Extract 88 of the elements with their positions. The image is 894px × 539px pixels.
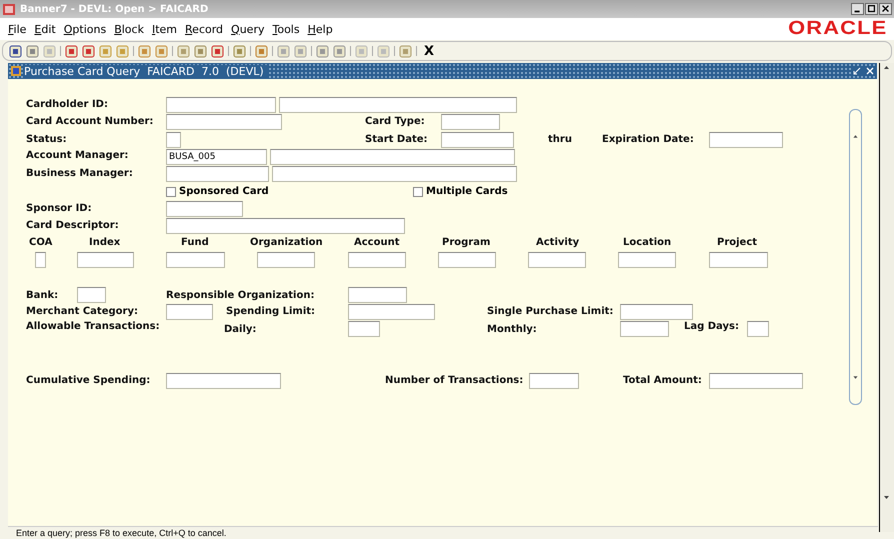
input-field[interactable] bbox=[166, 218, 405, 234]
form-title: Purchase Card Query FAICARD 7.0 (DEVL) bbox=[24, 64, 267, 78]
field-label: Activity bbox=[536, 236, 580, 250]
field-label: Account bbox=[354, 236, 400, 250]
input-field[interactable] bbox=[709, 252, 768, 268]
input-field[interactable] bbox=[166, 252, 225, 268]
menu-item[interactable]: Options bbox=[64, 22, 106, 36]
input-field[interactable] bbox=[348, 287, 407, 303]
input-field[interactable] bbox=[529, 373, 579, 389]
field-label: Total Amount: bbox=[623, 374, 702, 388]
brand-logo: ORACLE bbox=[788, 18, 888, 40]
field-label: Responsible Organization: bbox=[166, 289, 314, 303]
input-field[interactable] bbox=[77, 252, 134, 268]
input-field[interactable] bbox=[747, 321, 769, 337]
checkbox[interactable] bbox=[413, 186, 423, 196]
scrollbar[interactable] bbox=[849, 109, 862, 405]
input-field[interactable] bbox=[348, 304, 435, 320]
field-label: Spending Limit: bbox=[226, 305, 316, 319]
input-field[interactable] bbox=[620, 321, 669, 337]
field-label: Location bbox=[623, 236, 672, 250]
field-label: Status: bbox=[26, 133, 67, 147]
checkbox-label: Multiple Cards bbox=[426, 186, 508, 197]
input-field[interactable] bbox=[166, 201, 243, 217]
app-icon bbox=[2, 2, 16, 16]
field-label: Monthly: bbox=[487, 323, 537, 337]
field-label: Business Manager: bbox=[26, 167, 133, 181]
field-label: thru bbox=[548, 133, 572, 147]
input-field[interactable] bbox=[528, 252, 586, 268]
input-field[interactable] bbox=[35, 252, 46, 268]
input-field[interactable] bbox=[438, 252, 496, 268]
field-label: Cumulative Spending: bbox=[26, 374, 150, 388]
field-label: Card Type: bbox=[365, 115, 425, 129]
menu-item[interactable]: Tools bbox=[272, 22, 300, 36]
input-field[interactable] bbox=[709, 132, 783, 148]
field-label: Daily: bbox=[224, 323, 256, 337]
field-label: Card Descriptor: bbox=[26, 219, 119, 233]
field-label: Single Purchase Limit: bbox=[487, 305, 614, 319]
input-field[interactable] bbox=[166, 304, 213, 320]
close-icon[interactable] bbox=[879, 3, 892, 15]
input-field[interactable] bbox=[166, 166, 269, 182]
field-label: Project bbox=[717, 236, 758, 250]
input-field[interactable] bbox=[618, 252, 676, 268]
field-label: Number of Transactions: bbox=[385, 374, 524, 388]
field-label: Program bbox=[442, 236, 490, 250]
field-label: Index bbox=[89, 236, 120, 250]
menu-item[interactable]: Item bbox=[152, 22, 178, 36]
status-message: Enter a query; press F8 to execute, Ctrl+Q to cancel. bbox=[8, 526, 878, 539]
checkbox-label: Sponsored Card bbox=[179, 186, 269, 197]
input-field[interactable] bbox=[348, 252, 406, 268]
menu-item[interactable]: Help bbox=[308, 22, 333, 36]
input-field[interactable] bbox=[272, 166, 517, 182]
field-label: Allowable Transactions: bbox=[26, 320, 160, 334]
field-label: Bank: bbox=[26, 289, 58, 303]
field-label: Merchant Category: bbox=[26, 305, 138, 319]
input-field[interactable] bbox=[77, 287, 106, 303]
input-field[interactable] bbox=[348, 321, 380, 337]
input-field[interactable]: BUSA_005 bbox=[166, 149, 267, 165]
field-label: Lag Days: bbox=[684, 320, 739, 334]
maximize-icon[interactable] bbox=[865, 3, 878, 15]
input-field[interactable] bbox=[166, 97, 276, 113]
field-label: Fund bbox=[181, 236, 209, 250]
field-label: Account Manager: bbox=[26, 149, 128, 163]
window-title: Banner7 - DEVL: Open > FAICARD bbox=[20, 4, 208, 14]
input-field[interactable] bbox=[166, 132, 181, 148]
input-field[interactable] bbox=[270, 149, 515, 165]
checkbox[interactable] bbox=[166, 186, 176, 196]
input-field[interactable] bbox=[441, 132, 514, 148]
input-field[interactable] bbox=[166, 373, 281, 389]
input-field[interactable] bbox=[257, 252, 315, 268]
field-label: Sponsor ID: bbox=[26, 202, 92, 216]
input-field[interactable] bbox=[709, 373, 803, 389]
menu-item[interactable]: Query bbox=[231, 22, 264, 36]
menu-item[interactable]: Edit bbox=[34, 22, 56, 36]
input-field[interactable] bbox=[441, 114, 500, 130]
field-label: Start Date: bbox=[365, 133, 428, 147]
input-field[interactable] bbox=[620, 304, 693, 320]
field-label: COA bbox=[29, 236, 52, 250]
input-field[interactable] bbox=[279, 97, 517, 113]
menu-item[interactable]: File bbox=[8, 22, 26, 36]
minimize-icon[interactable] bbox=[851, 3, 864, 15]
menu-item[interactable]: Record bbox=[185, 22, 224, 36]
field-label: Expiration Date: bbox=[602, 133, 694, 147]
field-label: Organization bbox=[250, 236, 323, 250]
field-label: Card Account Number: bbox=[26, 115, 154, 129]
input-field[interactable] bbox=[166, 114, 282, 130]
exit-button[interactable]: X bbox=[424, 44, 434, 58]
menu-item[interactable]: Block bbox=[114, 22, 144, 36]
field-label: Cardholder ID: bbox=[26, 98, 108, 112]
